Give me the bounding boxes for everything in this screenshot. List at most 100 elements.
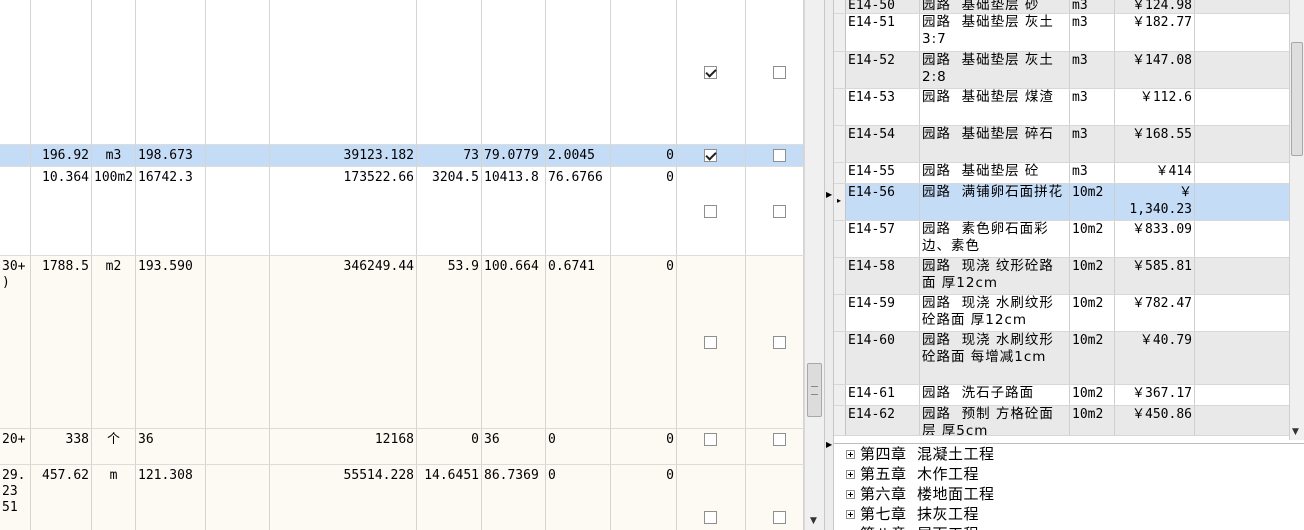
chapter-tree[interactable]: 第四章 混凝土工程第五章 木作工程第六章 楼地面工程第七章 抹灰工程第八章 屋面… <box>834 443 1304 530</box>
table-row[interactable]: 30+ ) 1788.5 m2 193.590 346249.44 53.9 100.664… <box>0 256 804 429</box>
row-indicator[interactable] <box>834 126 846 162</box>
quota-price[interactable]: ￥112.6 <box>1115 89 1195 125</box>
cell-unit[interactable]: m <box>92 465 136 530</box>
quota-price[interactable]: ￥782.47 <box>1115 295 1195 331</box>
cell-c7[interactable]: 86.7369 <box>482 465 546 530</box>
row-indicator[interactable] <box>834 52 846 88</box>
cell-prefix[interactable]: 30+ ) <box>0 256 31 428</box>
quota-row[interactable]: E14-62 园路 预制 方格砼面层 厚5cm 10m2 ￥450.86 <box>834 406 1289 436</box>
row-indicator[interactable] <box>834 295 846 331</box>
cell-c6[interactable] <box>417 0 482 144</box>
cell-c8[interactable]: 0 <box>546 429 611 464</box>
quota-list-grid[interactable]: E14-50 园路 基础垫层 砂 m3 ￥124.98 E14-51 园路 基础垫层 灰土… <box>834 0 1289 440</box>
quota-price[interactable]: ￥147.08 <box>1115 52 1195 88</box>
cell-c9[interactable] <box>611 0 677 144</box>
quota-name[interactable]: 园路 基础垫层 煤渣 <box>920 89 1070 125</box>
table-row[interactable]: 20+ 338 个 36 12168 0 36 0 0 <box>0 429 804 465</box>
cell-qty[interactable]: 1788.5 <box>31 256 92 428</box>
row-indicator[interactable] <box>834 163 846 183</box>
quota-name[interactable]: 园路 现浇 水刷纹形砼路面 每增减1cm <box>920 332 1070 384</box>
quota-code[interactable]: E14-51 <box>846 14 920 51</box>
cell-c9[interactable]: 0 <box>611 145 677 166</box>
quota-name[interactable]: 园路 素色卵石面彩边、素色 <box>920 221 1070 257</box>
quota-code[interactable]: E14-62 <box>846 406 920 435</box>
cell-prefix[interactable] <box>0 167 31 255</box>
quota-price[interactable]: ￥450.86 <box>1115 406 1195 435</box>
quota-name[interactable]: 园路 基础垫层 砼 <box>920 163 1070 183</box>
expand-plus-icon[interactable] <box>846 450 855 459</box>
quota-name[interactable]: 园路 基础垫层 砂 <box>920 0 1070 13</box>
quota-unit[interactable]: 10m2 <box>1070 406 1115 435</box>
quota-price[interactable]: ￥182.77 <box>1115 14 1195 51</box>
quota-code[interactable]: E14-55 <box>846 163 920 183</box>
cell-qty[interactable]: 338 <box>31 429 92 464</box>
quota-unit[interactable]: 10m2 <box>1070 332 1115 384</box>
cell-c9[interactable]: 0 <box>611 429 677 464</box>
quota-row[interactable]: E14-53 园路 基础垫层 煤渣 m3 ￥112.6 <box>834 89 1289 126</box>
table-row[interactable]: 29. 23 51 457.62 m 121.308 55514.228 14.6451 8… <box>0 465 804 530</box>
cell-qty[interactable]: 10.364 <box>31 167 92 255</box>
collapse-left-arrow-icon[interactable]: ▶ <box>826 440 832 449</box>
checkbox[interactable] <box>773 66 786 79</box>
cell-c8[interactable] <box>546 0 611 144</box>
cell-c3[interactable]: 198.673 <box>136 145 206 166</box>
cell-empty[interactable] <box>206 0 270 144</box>
checkbox[interactable] <box>704 433 717 446</box>
quota-code[interactable]: E14-60 <box>846 332 920 384</box>
quota-unit[interactable]: 10m2 <box>1070 221 1115 257</box>
cell-c9[interactable]: 0 <box>611 256 677 428</box>
quota-price[interactable]: ￥40.79 <box>1115 332 1195 384</box>
cell-unit[interactable]: 个 <box>92 429 136 464</box>
quota-row[interactable]: E14-57 园路 素色卵石面彩边、素色 10m2 ￥833.09 <box>834 221 1289 258</box>
quota-price[interactable]: ￥833.09 <box>1115 221 1195 257</box>
scroll-down-arrow-icon[interactable]: ▼ <box>810 516 817 526</box>
quota-unit[interactable]: m3 <box>1070 52 1115 88</box>
checkbox[interactable] <box>704 66 717 79</box>
quota-name[interactable]: 园路 基础垫层 灰土3:7 <box>920 14 1070 51</box>
cell-c7[interactable] <box>482 0 546 144</box>
checkbox[interactable] <box>773 511 786 524</box>
checkbox[interactable] <box>704 149 717 162</box>
quota-name[interactable]: 园路 基础垫层 碎石 <box>920 126 1070 162</box>
quota-code[interactable]: E14-52 <box>846 52 920 88</box>
expand-plus-icon[interactable] <box>846 470 855 479</box>
row-indicator[interactable] <box>834 89 846 125</box>
cell-c8[interactable]: 76.6766 <box>546 167 611 255</box>
cell-c6[interactable]: 73 <box>417 145 482 166</box>
cell-c5[interactable]: 12168 <box>270 429 417 464</box>
quota-row[interactable]: E14-52 园路 基础垫层 灰土2:8 m3 ￥147.08 <box>834 52 1289 89</box>
quota-code[interactable]: E14-50 <box>846 0 920 13</box>
quota-grid-vertical-scrollbar[interactable]: ▼ <box>1289 0 1304 440</box>
cell-c6[interactable]: 3204.5 <box>417 167 482 255</box>
checkbox[interactable] <box>773 433 786 446</box>
chapter-node[interactable]: 第五章 木作工程 <box>846 464 979 484</box>
cell-empty[interactable] <box>206 465 270 530</box>
quota-code[interactable]: E14-57 <box>846 221 920 257</box>
cell-qty[interactable] <box>31 0 92 144</box>
cell-c8[interactable]: 0.6741 <box>546 256 611 428</box>
checkbox[interactable] <box>704 205 717 218</box>
scrollbar-thumb[interactable] <box>807 363 822 417</box>
cell-c7[interactable]: 10413.8 <box>482 167 546 255</box>
row-indicator[interactable] <box>834 0 846 13</box>
cell-c3[interactable]: 193.590 <box>136 256 206 428</box>
cell-qty[interactable]: 457.62 <box>31 465 92 530</box>
quota-price[interactable]: ￥124.98 <box>1115 0 1195 13</box>
checkbox[interactable] <box>704 511 717 524</box>
quota-unit[interactable]: m3 <box>1070 14 1115 51</box>
cell-c5[interactable]: 346249.44 <box>270 256 417 428</box>
expand-plus-icon[interactable] <box>846 490 855 499</box>
quota-price[interactable]: ￥585.81 <box>1115 258 1195 294</box>
cell-c8[interactable]: 0 <box>546 465 611 530</box>
cell-c6[interactable]: 14.6451 <box>417 465 482 530</box>
cell-c5[interactable]: 55514.228 <box>270 465 417 530</box>
cell-c5[interactable]: 39123.182 <box>270 145 417 166</box>
quota-row[interactable]: E14-55 园路 基础垫层 砼 m3 ￥414 <box>834 163 1289 184</box>
quota-name[interactable]: 园路 洗石子路面 <box>920 385 1070 405</box>
cell-empty[interactable] <box>206 429 270 464</box>
cell-empty[interactable] <box>206 167 270 255</box>
row-indicator[interactable] <box>834 332 846 384</box>
cell-unit[interactable]: m3 <box>92 145 136 166</box>
cell-prefix[interactable] <box>0 145 31 166</box>
cell-qty[interactable]: 196.92 <box>31 145 92 166</box>
